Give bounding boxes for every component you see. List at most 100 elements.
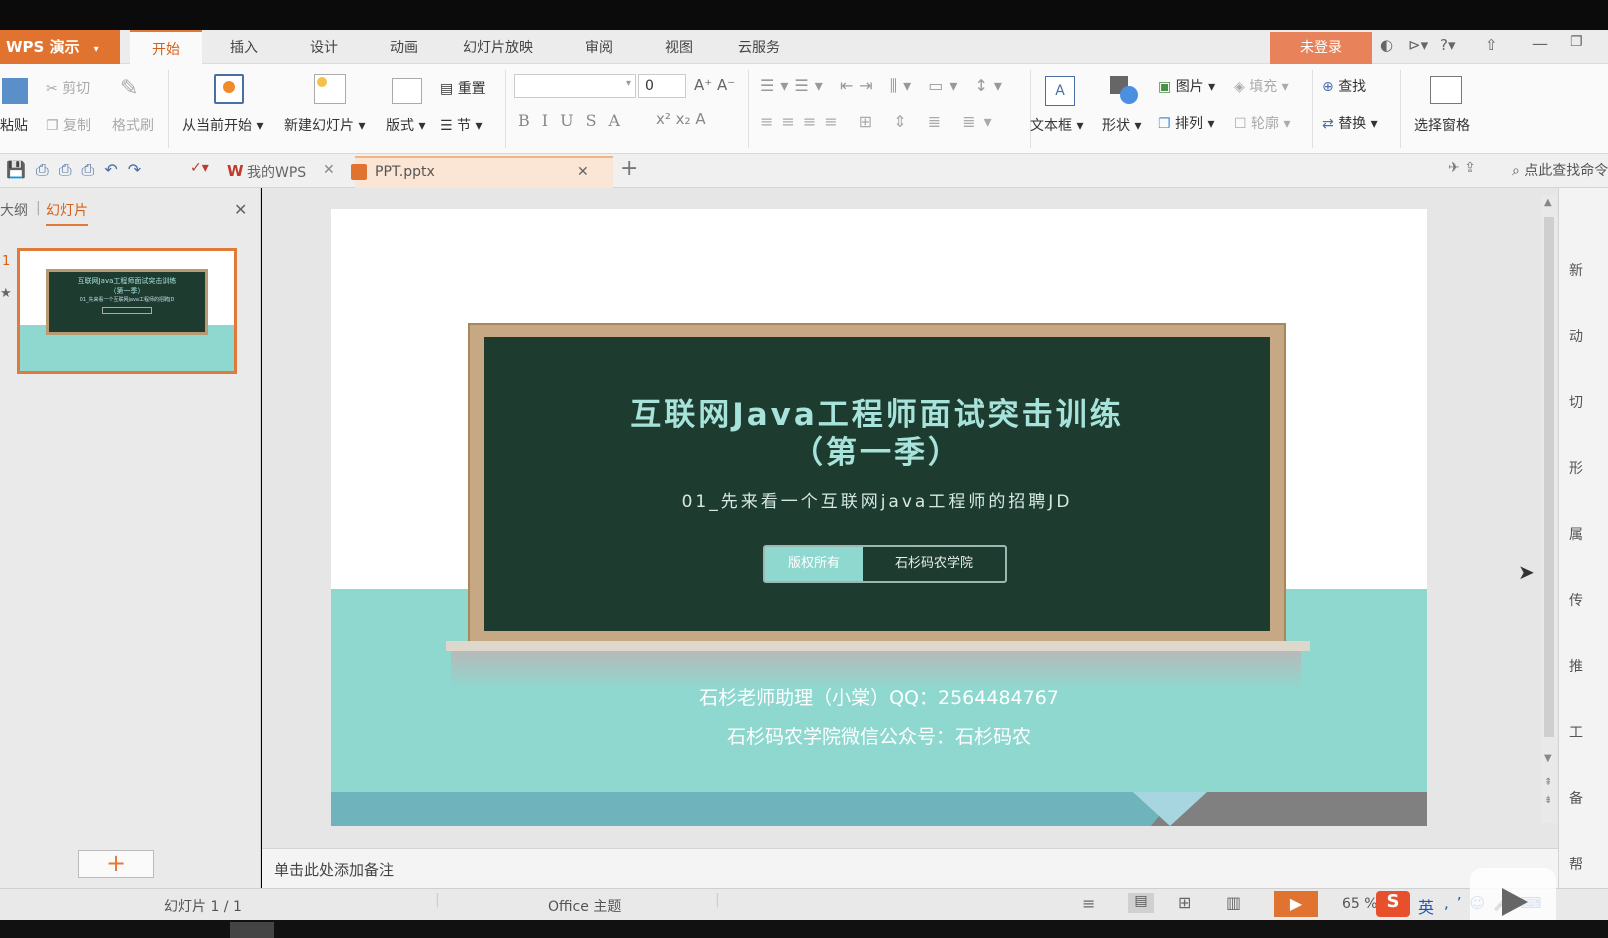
reset-label: 重置: [457, 81, 486, 97]
rail-recommend[interactable]: 推: [1569, 634, 1599, 700]
new-slide-button[interactable]: 新建幻灯片 ▾: [284, 115, 365, 135]
layout-button[interactable]: 版式 ▾: [386, 115, 425, 135]
task-pane-buttons[interactable]: 新 动 切 形 属 传 推 工 备 帮: [1569, 238, 1599, 898]
taskbar-active-app[interactable]: [230, 922, 274, 938]
play-slideshow-icon[interactable]: ▶: [1274, 891, 1318, 917]
tab-slides[interactable]: 幻灯片: [46, 200, 88, 226]
from-current-button[interactable]: 从当前开始 ▾: [182, 115, 263, 135]
command-search-label: 点此查找命令: [1524, 163, 1608, 179]
ime-mode[interactable]: 英: [1418, 894, 1434, 918]
next-slide-icon[interactable]: ⇟: [1544, 795, 1552, 806]
selection-pane-button[interactable]: 选择窗格: [1414, 115, 1470, 135]
rail-new[interactable]: 新: [1569, 238, 1599, 304]
fill-button[interactable]: ◈ 填充 ▾: [1234, 76, 1289, 96]
font-style-buttons[interactable]: BIUSA: [518, 111, 632, 130]
slide-counter: 幻灯片 1 / 1: [164, 899, 242, 915]
login-button[interactable]: 未登录: [1270, 32, 1372, 64]
rail-backup[interactable]: 备: [1569, 766, 1599, 832]
new-tab-icon[interactable]: +: [620, 156, 638, 181]
list-icons[interactable]: ☰▾☰▾ ⇤⇥ ⫼▾ ▭▾ ↕▾: [760, 76, 1008, 96]
text-box-button[interactable]: 文本框 ▾: [1030, 115, 1083, 135]
close-icon[interactable]: ✕: [323, 162, 335, 178]
copy-label: 复制: [63, 118, 92, 134]
close-icon[interactable]: ✕: [234, 200, 247, 219]
reset-button[interactable]: ▤ 重置: [440, 78, 486, 98]
outline-label: 轮廓: [1251, 116, 1280, 132]
mouse-cursor-icon: ➤: [1518, 560, 1535, 584]
window-top-bar: [0, 0, 1608, 30]
minimize-icon[interactable]: —: [1532, 34, 1548, 53]
rail-transition[interactable]: 切: [1569, 370, 1599, 436]
rail-shape[interactable]: 形: [1569, 436, 1599, 502]
scissors-icon: ✂: [46, 81, 58, 97]
normal-view-icon[interactable]: ▤: [1128, 893, 1154, 913]
tab-animation[interactable]: 动画: [370, 30, 438, 64]
picture-button[interactable]: ▣ 图片 ▾: [1158, 76, 1215, 96]
notes-placeholder: 单击此处添加备注: [274, 861, 395, 879]
rail-tools[interactable]: 工: [1569, 700, 1599, 766]
grow-font-icon[interactable]: A⁺ A⁻: [694, 76, 735, 94]
replace-button[interactable]: ⇄ 替换 ▾: [1322, 113, 1378, 133]
prev-slide-icon[interactable]: ⇞: [1544, 777, 1552, 788]
rail-transfer[interactable]: 传: [1569, 568, 1599, 634]
find-label: 查找: [1338, 79, 1367, 95]
close-icon[interactable]: ✕: [577, 164, 589, 180]
tab-document[interactable]: PPT.pptx ✕: [351, 156, 613, 188]
command-search[interactable]: ⌕ 点此查找命令: [1512, 160, 1608, 180]
superscript-icon[interactable]: x² x₂ A: [656, 110, 706, 128]
arrange-button[interactable]: ❐ 排列 ▾: [1158, 113, 1215, 133]
paste-icon[interactable]: [2, 78, 28, 104]
add-slide-button[interactable]: +: [78, 850, 154, 878]
skin-icon[interactable]: ◐: [1380, 36, 1393, 54]
quick-access-icons[interactable]: 💾⎙⎙⎙↶↷: [6, 160, 151, 180]
vertical-scrollbar[interactable]: ▲ ▼ ⇞ ⇟: [1541, 195, 1557, 823]
tab-slideshow[interactable]: 幻灯片放映: [448, 30, 548, 64]
copy-icon: ❐: [46, 118, 59, 134]
slide-thumbnail[interactable]: 互联网Java工程师面试突击训练 （第一季） 01_先来看一个互联网java工程…: [17, 248, 237, 374]
cut-button[interactable]: ✂ 剪切: [46, 78, 90, 98]
tab-home[interactable]: 开始: [130, 30, 202, 64]
notes-pane[interactable]: 单击此处添加备注: [262, 848, 1558, 888]
feedback-icon[interactable]: ⊳▾: [1408, 36, 1428, 54]
tab-review[interactable]: 审阅: [565, 30, 633, 64]
tab-insert[interactable]: 插入: [210, 30, 278, 64]
notes-toggle-icon[interactable]: ≡: [1082, 894, 1095, 913]
scroll-up-icon[interactable]: ▲: [1544, 197, 1552, 208]
help-icon[interactable]: ?▾: [1440, 36, 1456, 54]
tab-my-wps-label: 我的WPS: [247, 165, 307, 181]
search-icon: ⌕: [1512, 163, 1520, 179]
tab-design[interactable]: 设计: [290, 30, 358, 64]
find-button[interactable]: ⊕ 查找: [1322, 76, 1366, 96]
tab-my-wps[interactable]: W 我的WPS ✕: [225, 156, 355, 188]
app-menu-button[interactable]: WPS 演示 ▾: [0, 30, 120, 64]
copy-button[interactable]: ❐ 复制: [46, 115, 91, 135]
paste-button[interactable]: 粘贴: [0, 115, 28, 135]
section-button[interactable]: ☰ 节 ▾: [440, 115, 483, 135]
font-size-select[interactable]: 0: [638, 74, 686, 98]
shape-button[interactable]: 形状 ▾: [1102, 115, 1141, 135]
restore-icon[interactable]: ❐: [1570, 34, 1583, 50]
customize-icon[interactable]: ✓▾: [190, 160, 209, 176]
layout-icon: [392, 78, 422, 104]
rail-property[interactable]: 属: [1569, 502, 1599, 568]
outline-icon: ☐: [1234, 116, 1247, 132]
reading-view-icon[interactable]: ▥: [1226, 893, 1241, 912]
scrollbar-thumb[interactable]: [1544, 217, 1554, 737]
tab-cloud[interactable]: 云服务: [715, 30, 803, 64]
tab-outline[interactable]: 大纲: [0, 200, 28, 220]
outline-button[interactable]: ☐ 轮廓 ▾: [1234, 113, 1291, 133]
sorter-view-icon[interactable]: ⊞: [1178, 893, 1191, 912]
pin-icon[interactable]: ✈ ⇪: [1448, 160, 1476, 176]
slide[interactable]: 互联网Java工程师面试突击训练 （第一季） 01_先来看一个互联网java工程…: [331, 209, 1427, 826]
zoom-level[interactable]: 65 %: [1342, 896, 1378, 912]
upload-icon[interactable]: ⇧: [1485, 36, 1498, 54]
align-icons[interactable]: ≡≡≡≡ ⊞ ⇕ ≣ ≣▾: [760, 112, 1000, 131]
font-name-select[interactable]: ▾: [514, 74, 636, 98]
format-painter-button[interactable]: 格式刷: [112, 115, 154, 135]
thumb-chalkboard: 互联网Java工程师面试突击训练 （第一季） 01_先来看一个互联网java工程…: [46, 269, 208, 335]
thumb-title-2: （第一季）: [109, 287, 145, 295]
tab-view[interactable]: 视图: [645, 30, 713, 64]
rail-animation[interactable]: 动: [1569, 304, 1599, 370]
ime-logo-icon[interactable]: S: [1376, 891, 1410, 917]
scroll-down-icon[interactable]: ▼: [1544, 753, 1552, 764]
